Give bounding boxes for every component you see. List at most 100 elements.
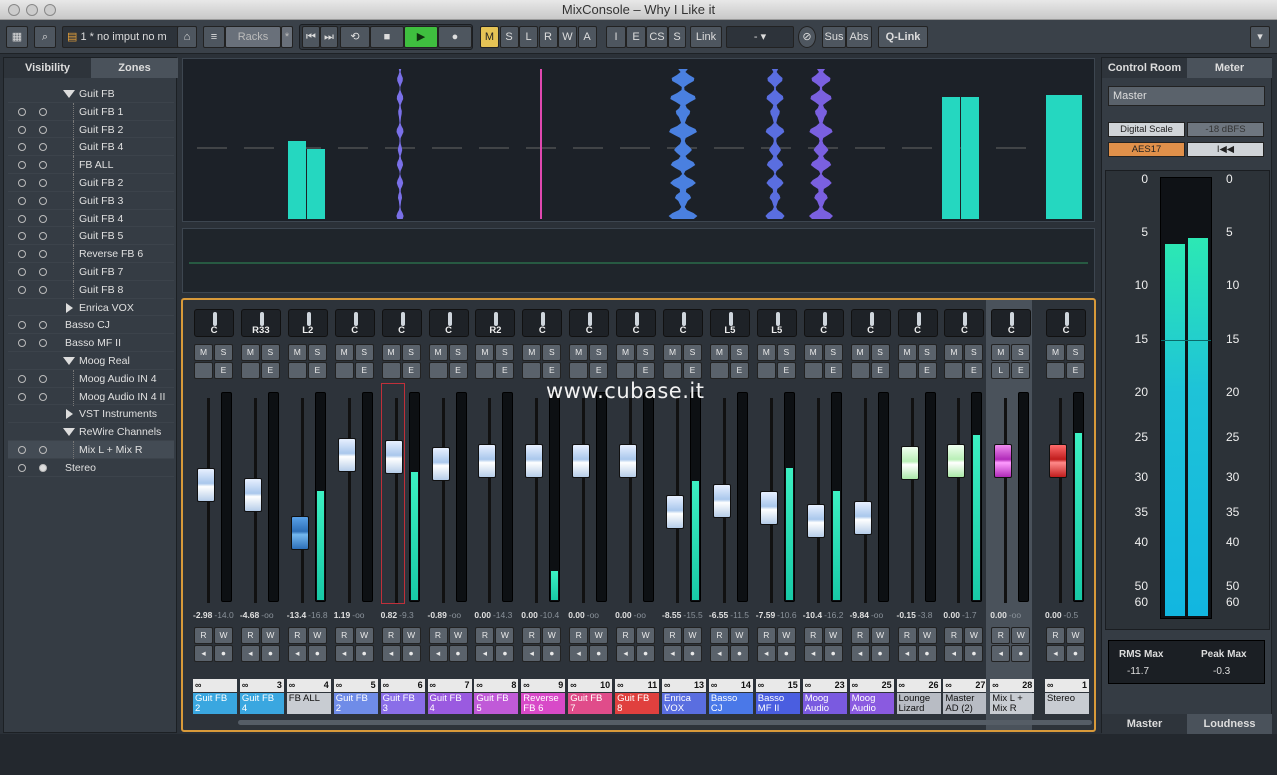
write-automation-button[interactable]: W xyxy=(542,627,562,644)
zone-row[interactable]: Reverse FB 6 xyxy=(8,245,174,264)
link-reset-icon[interactable]: ⊘ xyxy=(798,26,816,48)
read-automation-button[interactable]: R xyxy=(240,627,260,644)
zone-row[interactable]: Guit FB 8 xyxy=(8,280,174,299)
panel-left-icon[interactable]: ◂ xyxy=(569,645,589,662)
read-automation-button[interactable]: R xyxy=(803,627,823,644)
peak-value[interactable]: -10.4 xyxy=(540,610,559,620)
solo-button[interactable]: S xyxy=(354,344,374,361)
toolbar-menu-icon[interactable]: ▾ xyxy=(1250,26,1270,48)
read-automation-button[interactable]: R xyxy=(616,627,636,644)
channel-name[interactable]: Guit FB 2 xyxy=(333,693,378,714)
link-icon[interactable]: ∞ xyxy=(945,679,951,692)
tab-loudness[interactable]: Loudness xyxy=(1187,714,1272,734)
link-icon[interactable]: ∞ xyxy=(1047,679,1053,692)
pan-knob-icon[interactable] xyxy=(775,312,780,326)
fader-track[interactable] xyxy=(488,398,492,603)
panel-dot-icon[interactable]: ● xyxy=(542,645,562,662)
monitor-button[interactable] xyxy=(803,362,823,379)
volume-value[interactable]: 0.00 xyxy=(568,610,585,620)
volume-value[interactable]: -6.55 xyxy=(709,610,728,620)
panel-left-icon[interactable]: ◂ xyxy=(428,645,448,662)
link-icon[interactable]: ∞ xyxy=(711,679,717,692)
write-automation-button[interactable]: W xyxy=(307,627,327,644)
zone-row[interactable]: Guit FB 2 xyxy=(8,174,174,192)
write-automation-button[interactable]: W xyxy=(448,627,468,644)
channel-name[interactable]: Basso CJ xyxy=(708,693,753,714)
mode-button-m[interactable]: M xyxy=(480,26,499,48)
edit-button[interactable]: E xyxy=(307,362,327,379)
peak-value[interactable]: -3.8 xyxy=(918,610,933,620)
write-automation-button[interactable]: W xyxy=(589,627,609,644)
mode2-button-e[interactable]: E xyxy=(626,26,646,48)
link-icon[interactable]: ∞ xyxy=(476,679,482,692)
pan-knob-icon[interactable] xyxy=(1065,312,1069,326)
monitor-button[interactable] xyxy=(663,362,682,379)
pan-control[interactable]: R33 xyxy=(240,309,281,337)
visibility-dot-icon[interactable] xyxy=(18,285,26,294)
mute-button[interactable]: M xyxy=(663,344,682,361)
panel-dot-icon[interactable]: ● xyxy=(683,645,702,662)
dbfs-button[interactable]: -18 dBFS xyxy=(1187,122,1264,137)
monitor-button[interactable] xyxy=(569,362,589,379)
panel-left-icon[interactable]: ◂ xyxy=(381,645,401,662)
monitor-button[interactable] xyxy=(475,362,495,379)
zone-dot-icon[interactable] xyxy=(39,339,47,348)
peak-value[interactable]: -14.3 xyxy=(493,610,512,620)
collapse-arrow-icon[interactable] xyxy=(63,428,75,437)
collapse-arrow-icon[interactable] xyxy=(63,357,75,365)
volume-value[interactable]: -0.89 xyxy=(428,610,447,620)
volume-fader-handle[interactable] xyxy=(290,515,309,550)
cycle-icon[interactable]: ⟲ xyxy=(340,26,370,48)
mute-button[interactable]: M xyxy=(475,344,495,361)
zone-dot-icon[interactable] xyxy=(39,107,47,116)
pan-knob-icon[interactable] xyxy=(494,312,499,326)
tab-zones[interactable]: Zones xyxy=(91,58,178,78)
pan-control[interactable]: C xyxy=(991,309,1032,337)
channel-name[interactable]: Guit FB 7 xyxy=(568,693,613,714)
link-icon[interactable]: ∞ xyxy=(852,679,858,692)
solo-button[interactable]: S xyxy=(260,344,280,361)
solo-button[interactable]: S xyxy=(636,344,656,361)
visibility-dot-icon[interactable] xyxy=(18,125,26,134)
panel-dot-icon[interactable]: ● xyxy=(917,645,937,662)
zone-row[interactable]: Guit FB 3 xyxy=(8,191,174,210)
write-automation-button[interactable]: W xyxy=(260,627,280,644)
solo-button[interactable]: S xyxy=(307,344,327,361)
link-icon[interactable]: ∞ xyxy=(336,679,342,692)
solo-button[interactable]: S xyxy=(870,344,890,361)
layout-icon[interactable]: ▦ xyxy=(6,26,28,48)
volume-fader-handle[interactable] xyxy=(243,477,262,512)
volume-fader-handle[interactable] xyxy=(806,504,825,539)
panel-dot-icon[interactable]: ● xyxy=(354,645,374,662)
channel-name[interactable]: Guit FB 4 xyxy=(427,693,472,714)
master-selector[interactable]: Master xyxy=(1108,86,1265,106)
panel-dot-icon[interactable]: ● xyxy=(870,645,890,662)
mode2-button-i[interactable]: I xyxy=(606,26,626,48)
solo-button[interactable]: S xyxy=(823,344,843,361)
fader-track[interactable] xyxy=(347,398,351,603)
zone-dot-icon[interactable] xyxy=(39,285,47,294)
home-icon[interactable]: ⌂ xyxy=(177,26,197,48)
visibility-dot-icon[interactable] xyxy=(18,339,26,348)
zone-row[interactable]: Guit FB 4 xyxy=(8,138,174,157)
channel-name[interactable]: Guit FB 3 xyxy=(380,693,425,714)
channel-name[interactable]: FB ALL xyxy=(286,693,331,714)
visibility-dot-icon[interactable] xyxy=(18,143,26,152)
panel-dot-icon[interactable]: ● xyxy=(964,645,984,662)
fader-track[interactable] xyxy=(535,398,539,603)
edit-button[interactable]: E xyxy=(354,362,374,379)
volume-value[interactable]: 1.19 xyxy=(334,610,351,620)
read-automation-button[interactable]: R xyxy=(334,627,354,644)
pan-knob-icon[interactable] xyxy=(728,312,733,326)
pan-control[interactable]: C xyxy=(803,309,844,337)
panel-left-icon[interactable]: ◂ xyxy=(334,645,354,662)
pan-control[interactable]: L5 xyxy=(756,309,797,337)
edit-button[interactable]: E xyxy=(1066,362,1085,379)
monitor-button[interactable] xyxy=(240,362,260,379)
tab-master[interactable]: Master xyxy=(1102,714,1187,734)
solo-button[interactable]: S xyxy=(1066,344,1085,361)
panel-dot-icon[interactable]: ● xyxy=(776,645,796,662)
visibility-dot-icon[interactable] xyxy=(18,250,26,259)
zone-row[interactable]: Guit FB 5 xyxy=(8,227,174,246)
solo-button[interactable]: S xyxy=(542,344,562,361)
